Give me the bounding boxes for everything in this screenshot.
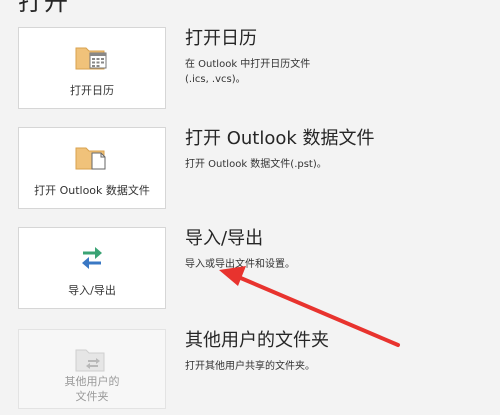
option-title: 打开日历 <box>185 28 257 49</box>
option-description: 打开 Outlook 数据文件(.pst)。 <box>185 159 327 170</box>
import-export-arrows-icon <box>77 242 107 276</box>
page-title: 打开 <box>18 0 70 16</box>
option-info: 打开日历 在 Outlook 中打开日历文件 (.ics, .vcs)。 <box>185 27 495 87</box>
option-description: 导入或导出文件和设置。 <box>185 259 295 270</box>
open-calendar-button[interactable]: 打开日历 <box>18 27 166 109</box>
option-open-data-file: 打开 Outlook 数据文件 打开 Outlook 数据文件 打开 Outlo… <box>18 127 498 213</box>
calendar-folder-icon <box>74 42 110 76</box>
option-import-export: 导入/导出 导入/导出 导入或导出文件和设置。 <box>18 227 498 313</box>
option-info: 导入/导出 导入或导出文件和设置。 <box>185 227 495 272</box>
tile-label: 打开日历 <box>70 84 114 97</box>
option-other-users-folder: 其他用户的 文件夹 其他用户的文件夹 打开其他用户共享的文件夹。 <box>18 329 498 415</box>
import-export-button[interactable]: 导入/导出 <box>18 227 166 309</box>
option-open-calendar: 打开日历 打开日历 在 Outlook 中打开日历文件 (.ics, .vcs)… <box>18 27 498 113</box>
other-users-folder-button[interactable]: 其他用户的 文件夹 <box>18 329 166 409</box>
data-file-folder-icon <box>74 142 110 176</box>
open-outlook-data-file-button[interactable]: 打开 Outlook 数据文件 <box>18 127 166 209</box>
option-title: 导入/导出 <box>185 228 264 249</box>
option-title: 其他用户的文件夹 <box>185 330 329 351</box>
tile-label: 导入/导出 <box>68 284 116 297</box>
tile-label: 打开 Outlook 数据文件 <box>34 184 150 197</box>
option-description: 在 Outlook 中打开日历文件 (.ics, .vcs)。 <box>185 59 311 85</box>
option-description: 打开其他用户共享的文件夹。 <box>185 361 315 372</box>
option-info: 打开 Outlook 数据文件 打开 Outlook 数据文件(.pst)。 <box>185 127 495 172</box>
option-info: 其他用户的文件夹 打开其他用户共享的文件夹。 <box>185 329 495 374</box>
shared-folder-icon <box>74 344 110 378</box>
option-title: 打开 Outlook 数据文件 <box>185 128 375 149</box>
